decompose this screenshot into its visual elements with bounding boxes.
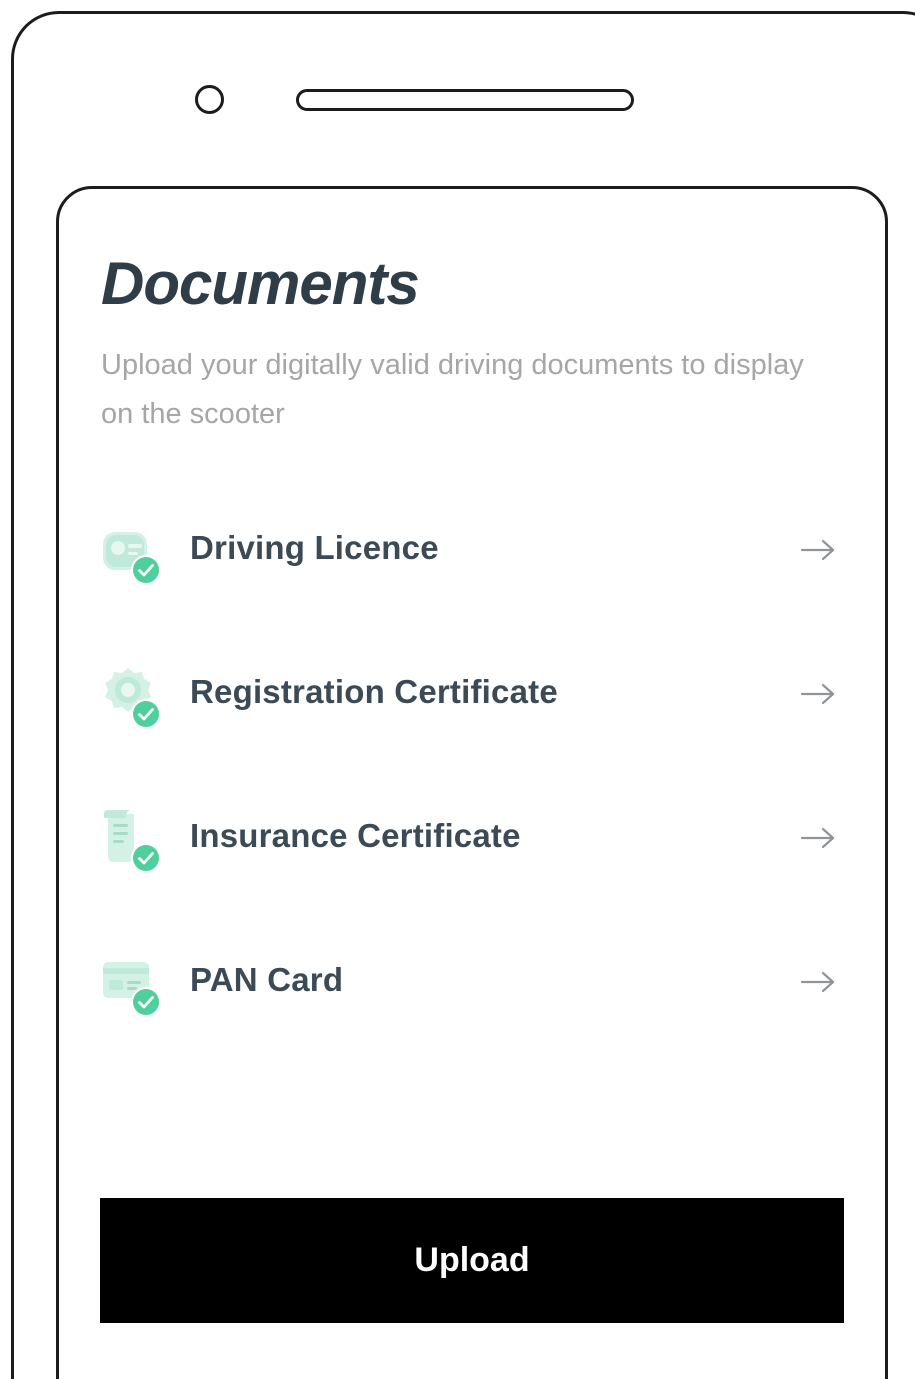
document-item-insurance-certificate[interactable]: Insurance Certificate xyxy=(100,808,845,888)
earpiece-speaker xyxy=(296,89,634,111)
registration-certificate-verified-icon xyxy=(105,668,161,729)
page-title: Documents xyxy=(101,250,420,317)
driving-licence-verified-icon xyxy=(103,532,161,585)
arrow-right-icon[interactable] xyxy=(800,682,836,706)
document-label: Registration Certificate xyxy=(190,673,558,710)
document-label: Driving Licence xyxy=(190,529,439,566)
arrow-right-icon[interactable] xyxy=(800,538,836,562)
document-label: PAN Card xyxy=(190,961,344,998)
document-item-registration-certificate[interactable]: Registration Certificate xyxy=(100,664,845,744)
arrow-right-icon[interactable] xyxy=(800,970,836,994)
document-label: Insurance Certificate xyxy=(190,817,521,854)
arrow-right-icon[interactable] xyxy=(800,826,836,850)
document-item-driving-licence[interactable]: Driving Licence xyxy=(100,520,845,600)
document-item-pan-card[interactable]: PAN Card xyxy=(100,952,845,1032)
front-camera xyxy=(195,85,224,114)
page-subtitle: Upload your digitally valid driving docu… xyxy=(101,349,804,430)
pan-card-verified-icon xyxy=(103,962,161,1017)
insurance-certificate-verified-icon xyxy=(104,810,161,873)
upload-button[interactable]: Upload xyxy=(100,1198,844,1323)
